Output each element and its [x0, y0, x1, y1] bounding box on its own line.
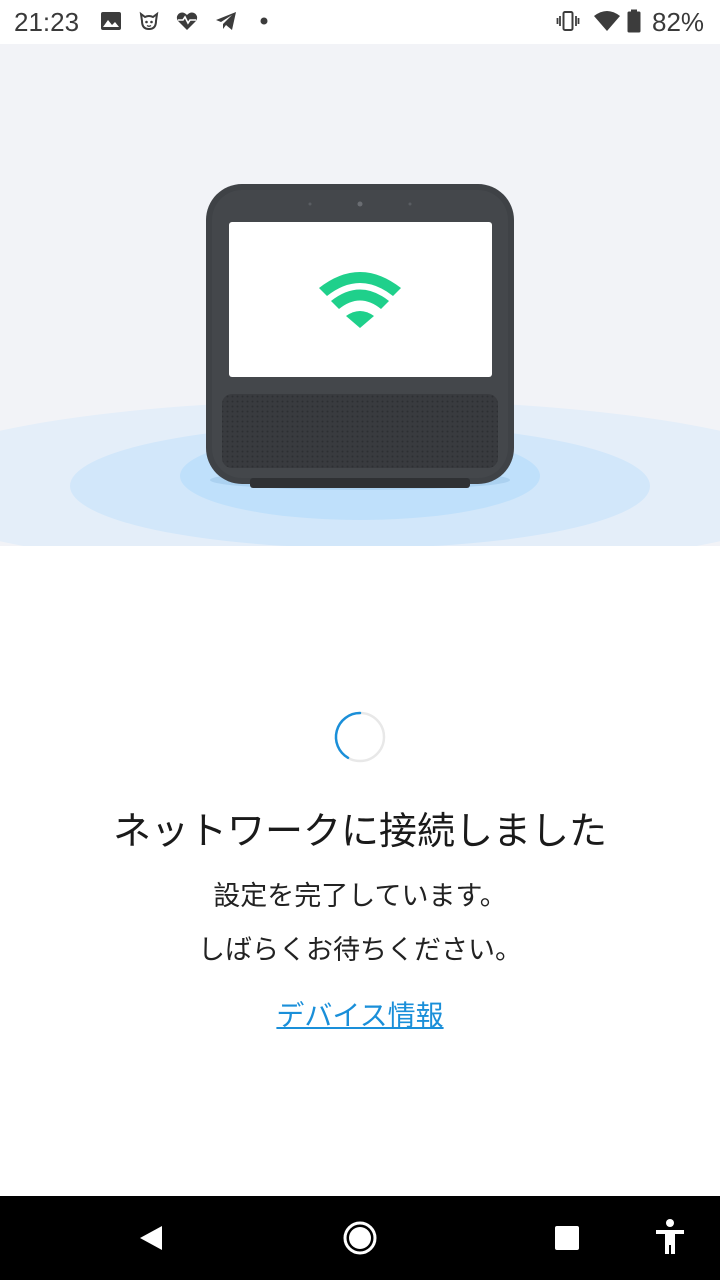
status-message-line-1: 設定を完了しています。 [213, 881, 507, 912]
home-icon[interactable] [336, 1214, 384, 1262]
status-time: 21:23 [14, 7, 80, 37]
page-title: ネットワークに接続しました [112, 809, 607, 853]
vibrate-icon [556, 11, 580, 31]
hero-illustration [0, 44, 720, 546]
dot-icon [260, 17, 268, 25]
back-icon[interactable] [126, 1214, 174, 1262]
navigation-bar [0, 1196, 720, 1280]
battery-icon [627, 9, 641, 33]
accessibility-icon[interactable] [646, 1214, 694, 1262]
wifi-icon [594, 11, 620, 31]
smart-display-illustration [0, 184, 720, 546]
battery-percentage: 82% [652, 7, 705, 37]
screen: 21:23 82% ネットワークに接続しました 設定を完了しています。 しばらく… [0, 0, 720, 1280]
loading-spinner [334, 711, 386, 763]
image-icon [101, 12, 121, 30]
heart-pulse-icon [176, 12, 198, 30]
status-bar: 21:23 82% [0, 0, 720, 44]
status-message-line-2: しばらくお待ちください。 [198, 935, 522, 966]
device-info-link[interactable]: デバイス情報 [0, 994, 720, 1034]
cat-face-icon [139, 11, 159, 31]
recents-icon[interactable] [543, 1214, 591, 1262]
telegram-icon [216, 12, 236, 30]
